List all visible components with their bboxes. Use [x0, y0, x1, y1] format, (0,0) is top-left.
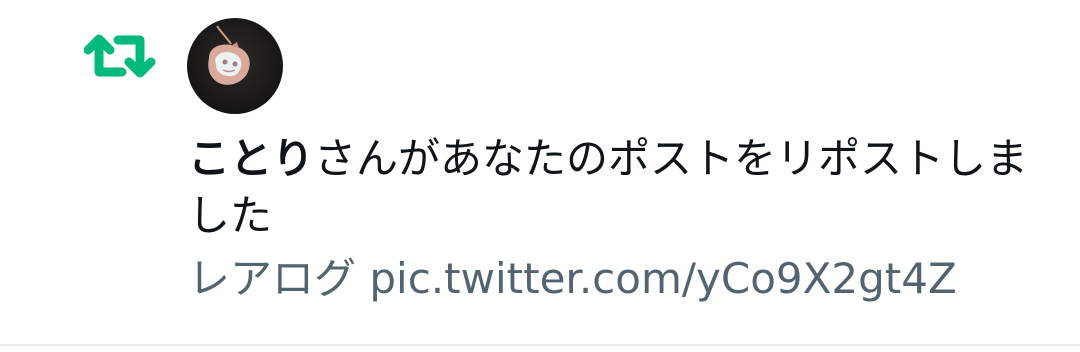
repost-notification[interactable]: ことりさんがあなたのポストをリポストしました レアログ pic.twitter.…: [0, 0, 1080, 344]
post-text: レアログ: [188, 254, 357, 303]
notification-message: ことりさんがあなたのポストをリポストしました: [188, 130, 1058, 244]
avatar[interactable]: [187, 18, 283, 114]
post-preview[interactable]: レアログ pic.twitter.com/yCo9X2gt4Z: [188, 250, 957, 307]
retweet-icon: [83, 30, 156, 84]
user-name[interactable]: ことり: [188, 134, 314, 183]
notification-text: さんがあなたのポストをリポストしました: [188, 134, 1029, 240]
post-link[interactable]: pic.twitter.com/yCo9X2gt4Z: [369, 254, 956, 303]
divider: [0, 344, 1080, 346]
